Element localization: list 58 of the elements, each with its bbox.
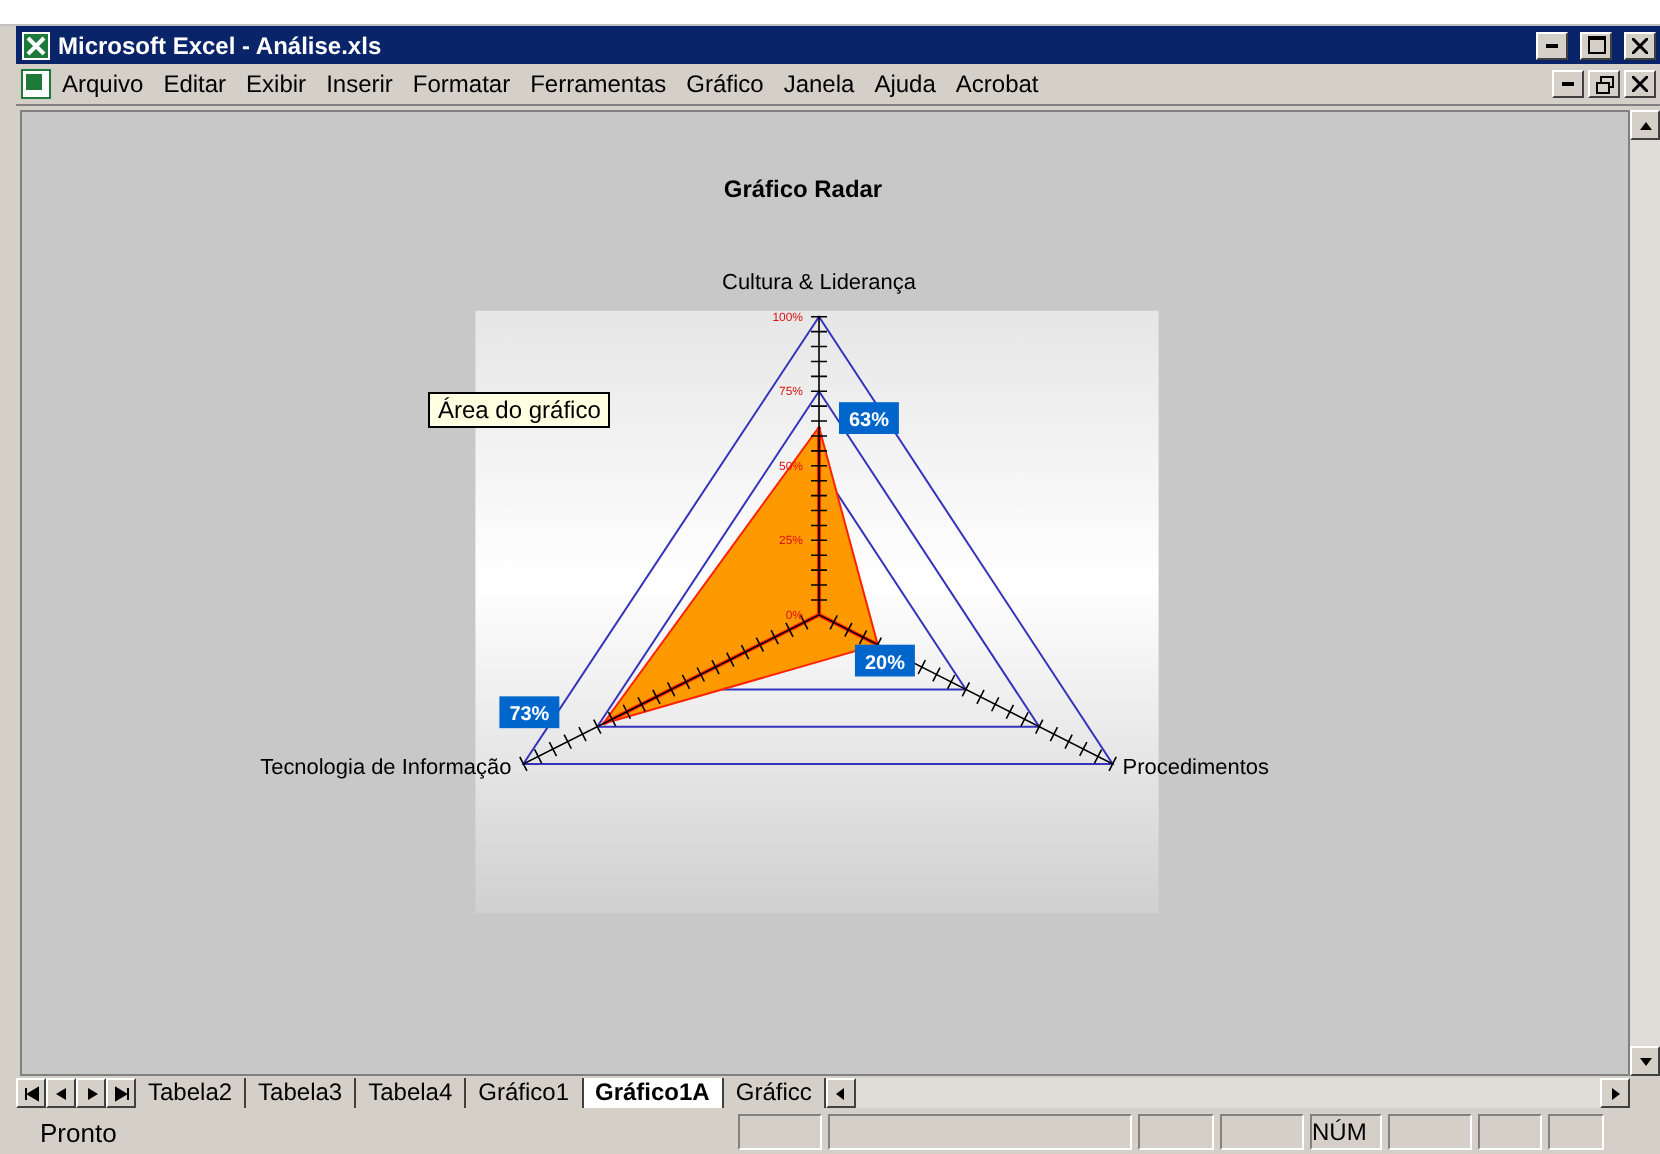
left-arrow-icon bbox=[23, 1085, 39, 1101]
category-label: Procedimentos bbox=[1122, 755, 1269, 780]
sheet-nav-button[interactable] bbox=[106, 1078, 136, 1108]
menu-item[interactable]: Formatar bbox=[402, 70, 521, 98]
status-pane bbox=[1388, 1114, 1472, 1150]
right-arrow-icon bbox=[83, 1085, 99, 1101]
menu-item[interactable]: Editar bbox=[153, 70, 237, 98]
close-icon bbox=[1632, 76, 1648, 92]
minimize-button[interactable] bbox=[1552, 70, 1584, 98]
maximize-icon bbox=[1587, 36, 1605, 54]
close-icon bbox=[1632, 37, 1648, 53]
status-pane bbox=[1548, 1114, 1604, 1150]
workbook-icon[interactable] bbox=[20, 68, 52, 100]
status-pane bbox=[738, 1114, 822, 1150]
sheet-nav-button[interactable] bbox=[76, 1078, 106, 1108]
restore-icon bbox=[1595, 75, 1613, 93]
menu-item[interactable]: Exibir bbox=[236, 70, 317, 98]
menu-item[interactable]: Gráfico bbox=[676, 70, 774, 98]
data-label: 20% bbox=[854, 644, 915, 677]
minimize-button[interactable] bbox=[1536, 31, 1568, 59]
status-pane bbox=[1138, 1114, 1214, 1150]
up-arrow-icon bbox=[1637, 117, 1653, 133]
data-label: 73% bbox=[499, 696, 560, 729]
close-button[interactable] bbox=[1624, 70, 1656, 98]
minimize-icon bbox=[1546, 43, 1558, 47]
scroll-up-button[interactable] bbox=[1630, 110, 1660, 140]
right-arrow-icon bbox=[113, 1085, 129, 1101]
right-arrow-icon bbox=[1607, 1085, 1623, 1101]
status-pane bbox=[1220, 1114, 1304, 1150]
close-button[interactable] bbox=[1624, 31, 1656, 59]
menu-item[interactable]: Acrobat bbox=[945, 70, 1049, 98]
left-arrow-icon bbox=[832, 1085, 849, 1101]
category-label: Tecnologia de Informação bbox=[260, 755, 512, 780]
status-pane bbox=[1478, 1114, 1542, 1150]
sheet-nav-button[interactable] bbox=[46, 1078, 76, 1108]
tooltip: Área do gráfico bbox=[428, 392, 611, 428]
menu-item[interactable]: Ajuda bbox=[864, 70, 946, 98]
scroll-left-button[interactable] bbox=[825, 1078, 856, 1108]
excel-app-icon bbox=[22, 31, 50, 59]
sheet-nav-button[interactable] bbox=[16, 1078, 46, 1108]
menu-item[interactable]: Ferramentas bbox=[520, 70, 677, 98]
restore-button[interactable] bbox=[1588, 70, 1620, 98]
status-text: Pronto bbox=[38, 1117, 119, 1147]
scroll-down-button[interactable] bbox=[1630, 1046, 1660, 1076]
category-label: Cultura & Liderança bbox=[722, 270, 916, 295]
minimize-icon bbox=[1562, 82, 1574, 86]
down-arrow-icon bbox=[1637, 1053, 1653, 1069]
window-title: Microsoft Excel - Análise.xls bbox=[58, 31, 384, 59]
menu-item[interactable]: Janela bbox=[773, 70, 865, 98]
menu-item[interactable]: Inserir bbox=[316, 70, 403, 98]
num-lock-indicator: NÚM bbox=[1310, 1114, 1382, 1150]
scroll-right-button[interactable] bbox=[1600, 1078, 1630, 1108]
data-label: 63% bbox=[839, 402, 899, 434]
left-arrow-icon bbox=[53, 1085, 69, 1101]
menu-item[interactable]: Arquivo bbox=[52, 70, 154, 98]
sheet-tab[interactable]: Gráfico1A bbox=[583, 1078, 724, 1108]
chart-title: Gráfico Radar bbox=[723, 175, 883, 204]
maximize-button[interactable] bbox=[1580, 31, 1612, 59]
